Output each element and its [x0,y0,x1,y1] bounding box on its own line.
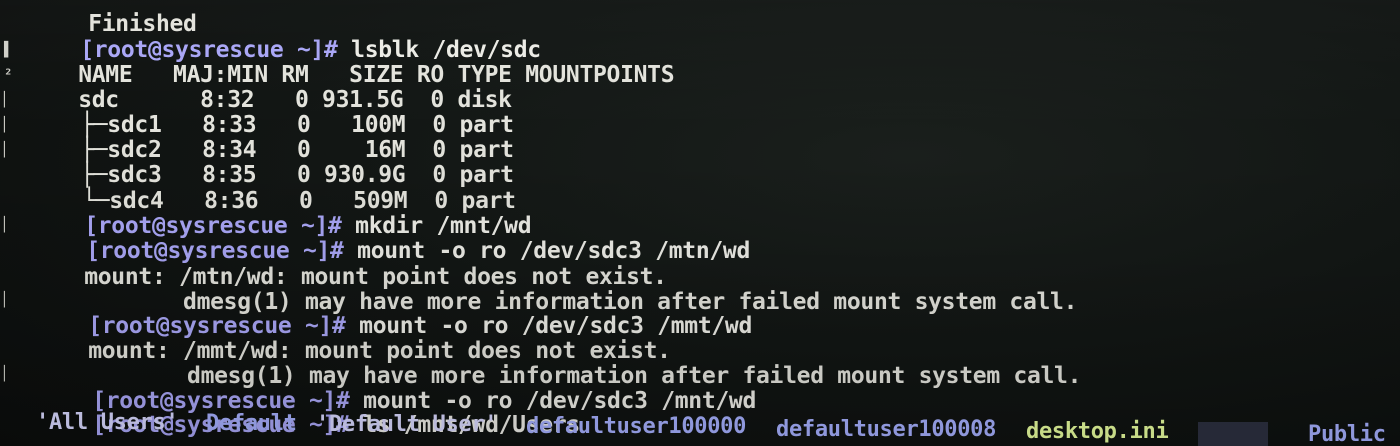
lsblk-header: NAME MAJ:MIN RM SIZE RO TYPE MOUNTPOINTS [24,38,674,88]
ls-entry-defaultuser100000: defaultuser100000 [526,414,747,439]
lsblk-row: sdc 8:32 0 931.5G 0 disk [24,63,512,113]
terminal-line: [root@sysrescue ~]# mkdir /mnt/wd [30,189,531,239]
terminal-line: Finished [34,0,197,37]
error-line: dmesg(1) may have more information after… [38,339,1081,389]
error-line: mount: /mtn/wd: mount point does not exi… [30,240,667,290]
lsblk-row: ├─sdc1 8:33 0 100M 0 part [26,88,514,138]
gutter-mark: ▏ [4,366,13,382]
ls-entry-desktop-ini: desktop.ini [1026,419,1169,444]
ls-entry-default-user: 'Default User' [316,412,498,437]
terminal-screen[interactable]: ▌ ² ▏ ▏ ▏ ▏ ▏ ▏ Finished [root@sysrescue… [0,0,1400,446]
ls-entry-all-users: 'All Users' [36,410,179,435]
gutter-mark: ▏ [4,92,13,108]
terminal-line: [root@sysrescue ~]# mount -o ro /dev/sdc… [38,364,756,414]
gutter-mark: ² [4,67,13,83]
lsblk-row: └─sdc4 8:36 0 509M 0 part [28,164,516,214]
terminal-line: [root@sysrescue ~]# mount -o ro /dev/sdc… [32,214,750,264]
gutter-mark: ▏ [4,142,13,158]
ls-entry-public: Public [1308,422,1386,446]
ls-output-row: 'All Users' Default 'Default User' defau… [0,410,1400,446]
gutter-mark: ▏ [4,217,13,233]
error-line: mount: /mmt/wd: mount point does not exi… [34,314,671,364]
ls-entry-default: Default [206,411,297,436]
ls-entry-defaultuser100008: defaultuser100008 [776,417,997,442]
lsblk-row: ├─sdc3 8:35 0 930.9G 0 part [26,138,514,188]
gutter-mark: ▏ [4,292,13,308]
terminal-line: [root@sysrescue ~]# mount -o ro /dev/sdc… [34,289,752,339]
lsblk-row: ├─sdc2 8:34 0 16M 0 part [26,113,514,163]
redacted-block [1198,422,1268,446]
gutter-mark: ▏ [4,117,13,133]
error-line: dmesg(1) may have more information after… [34,265,1077,315]
gutter-mark: ▌ [4,42,13,58]
terminal-line: [root@sysrescue ~]# lsblk /dev/sdc [26,13,541,63]
